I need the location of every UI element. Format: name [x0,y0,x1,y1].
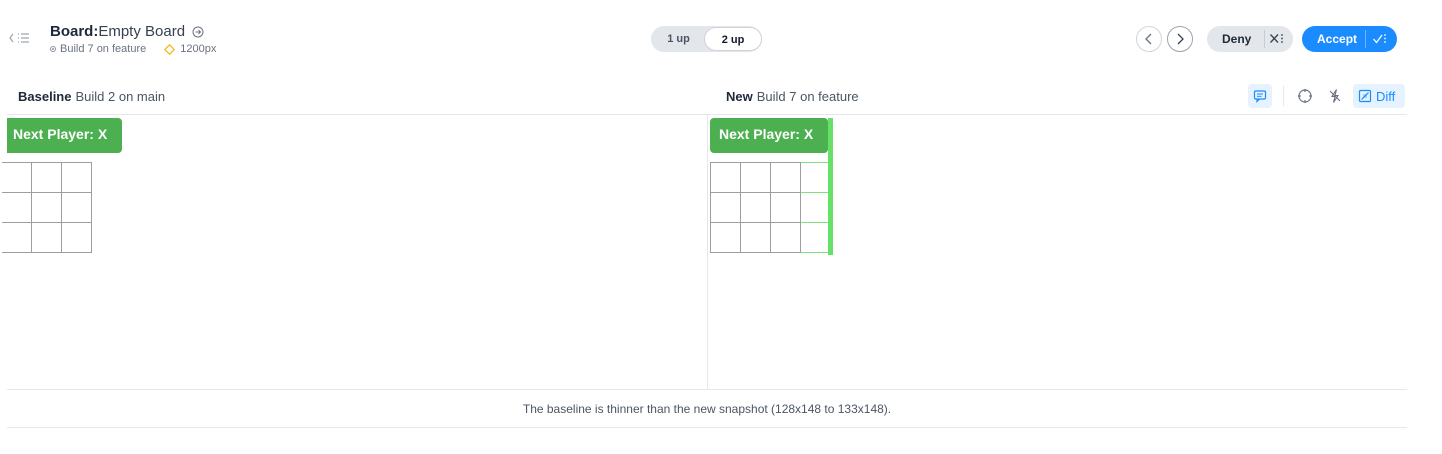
board-cell [31,192,62,223]
footer-divider [7,427,1407,428]
view-1up-option[interactable]: 1 up [651,26,706,52]
board-cell [740,222,771,253]
info-icon[interactable] [192,26,204,38]
baseline-label: Baseline [18,89,72,104]
diff-highlight-strip [828,118,833,255]
board-cell [740,162,771,193]
view-mode-toggle: 1 up 2 up [651,26,762,52]
new-label: New [726,89,753,104]
deny-menu-icon[interactable] [1269,32,1285,46]
panes-bottom-divider [7,389,1407,390]
board-cell [61,222,92,253]
comment-icon [1253,89,1267,103]
diff-icon [1358,89,1372,103]
snapshot-meta: Build 7 on feature 1200px [50,43,216,55]
board-cell [61,162,92,193]
previous-snapshot-button[interactable] [1136,26,1162,52]
viewport-diamond-icon [164,43,176,55]
baseline-player-banner: Next Player: X [7,118,122,153]
next-snapshot-button[interactable] [1167,26,1193,52]
board-cell [2,222,32,253]
comments-toggle[interactable] [1248,84,1272,108]
chevron-right-icon [1175,33,1185,45]
board-cell [710,162,741,193]
title-value: Empty Board [98,23,186,40]
crosshair-icon[interactable] [1297,88,1313,104]
new-build: Build 7 on feature [756,89,859,104]
board-cell [31,222,62,253]
baseline-board-grid [2,162,92,253]
board-cell [2,192,32,223]
board-cell [800,192,831,223]
deny-button[interactable]: Deny [1207,26,1293,52]
board-cell [2,162,32,193]
new-pane-header: New Build 7 on feature [726,89,859,104]
tool-divider [1283,86,1284,106]
diff-label: Diff [1376,88,1396,104]
snapshot-title: Board:Empty Board [50,23,204,40]
build-status-icon [50,46,56,52]
board-cell [800,222,831,253]
board-cell [800,162,831,193]
view-2up-option[interactable]: 2 up [704,27,762,51]
board-cell [770,192,801,223]
deny-label: Deny [1222,32,1252,46]
baseline-build: Build 2 on main [75,89,166,104]
new-player-banner: Next Player: X [710,118,828,153]
new-board-grid [710,162,831,253]
viewport-label: 1200px [180,43,217,55]
accept-menu-icon[interactable] [1372,32,1388,46]
chevron-left-icon [1144,33,1154,45]
board-cell [31,162,62,193]
size-change-message: The baseline is thinner than the new sna… [522,402,892,416]
board-cell [61,192,92,223]
accept-button[interactable]: Accept [1302,26,1397,52]
board-cell [770,222,801,253]
baseline-pane-header: Baseline Build 2 on main [18,89,165,104]
title-key: Board: [50,23,99,40]
board-cell [710,222,741,253]
diff-toggle[interactable]: Diff [1353,84,1405,108]
accept-label: Accept [1317,32,1358,46]
flash-off-icon[interactable] [1327,88,1343,104]
board-cell [770,162,801,193]
board-cell [740,192,771,223]
panes-middle-divider [707,115,708,389]
collapse-sidebar-icon[interactable] [8,31,32,45]
board-cell [710,192,741,223]
build-label: Build 7 on feature [60,43,147,55]
